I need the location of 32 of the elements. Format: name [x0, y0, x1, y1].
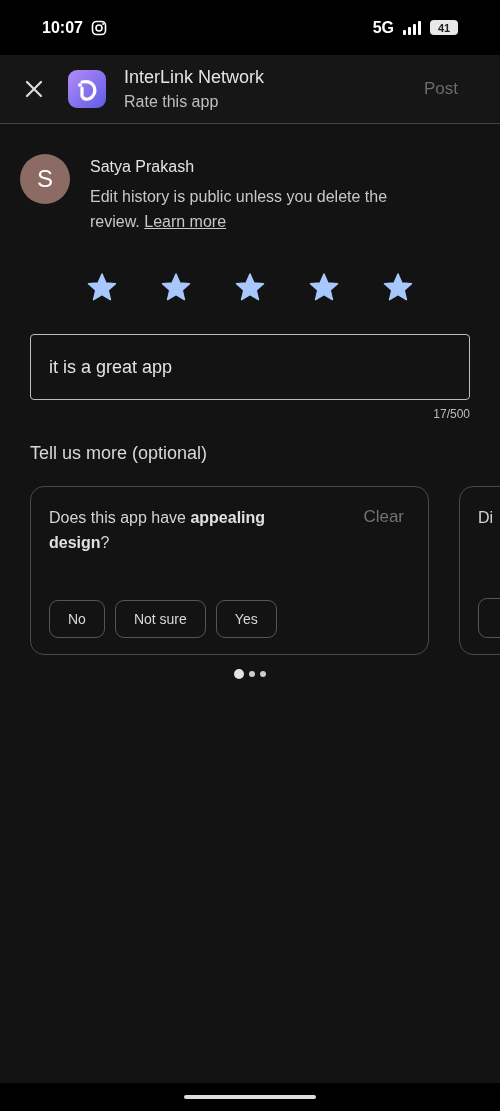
review-field[interactable]: it is a great app [30, 334, 470, 400]
character-counter: 17/500 [433, 407, 470, 421]
star-icon[interactable] [161, 272, 191, 302]
question-text: Di [478, 508, 495, 528]
star-rating[interactable] [87, 272, 413, 302]
app-logo-icon [68, 70, 106, 108]
section-title: Tell us more (optional) [30, 443, 209, 464]
answer-chip[interactable]: No [49, 600, 105, 638]
star-icon[interactable] [309, 272, 339, 302]
page-dot[interactable] [249, 671, 255, 677]
notice-text: Edit history is public unless you delete the review. Learn more [90, 187, 389, 232]
signal-icon [402, 20, 422, 35]
clock-time: 10:07 [42, 18, 83, 37]
user-name: Satya Prakash [90, 158, 196, 176]
clear-button[interactable]: Clear [363, 507, 404, 527]
star-icon[interactable] [383, 272, 413, 302]
question-text: Does this app have appealing design? [49, 508, 267, 553]
page-dot[interactable] [234, 669, 244, 679]
answer-chip[interactable]: Yes [215, 600, 277, 638]
star-icon[interactable] [235, 272, 265, 302]
answer-chip[interactable]: Not sure [114, 600, 206, 638]
avatar: S [20, 154, 70, 204]
star-icon[interactable] [87, 272, 117, 302]
app-name: InterLink Network [124, 67, 266, 88]
network-type: 5G [372, 18, 394, 37]
close-icon[interactable] [24, 79, 44, 99]
subtitle: Rate this app [124, 93, 220, 111]
learn-more-link[interactable]: Learn more [144, 213, 227, 230]
gesture-handle[interactable] [184, 1095, 316, 1099]
battery-level: 41 [437, 21, 451, 34]
camera-icon [90, 19, 107, 36]
page-dot[interactable] [260, 671, 266, 677]
